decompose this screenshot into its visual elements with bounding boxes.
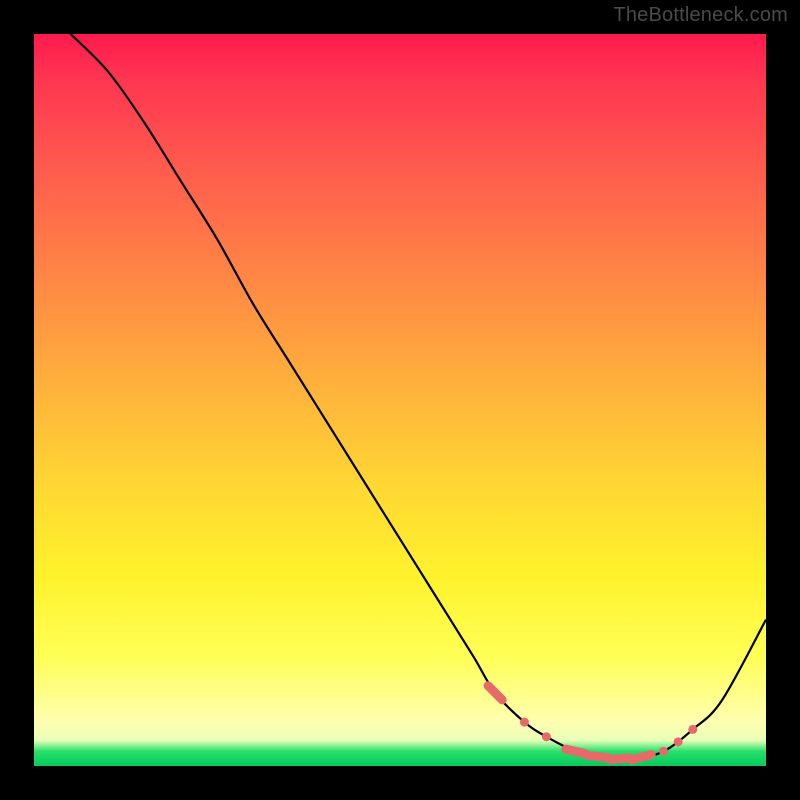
marker-capsule	[588, 755, 608, 757]
marker-dot	[542, 732, 551, 741]
curve-svg	[34, 34, 766, 766]
marker-capsule	[632, 755, 651, 760]
marker-capsule	[610, 758, 630, 759]
chart-frame: TheBottleneck.com	[0, 0, 800, 800]
optimal-range-markers	[488, 686, 693, 760]
bottleneck-curve	[71, 34, 766, 760]
marker-capsule	[566, 749, 585, 754]
marker-dot	[659, 747, 668, 756]
marker-dot	[674, 737, 683, 746]
plot-area	[34, 34, 766, 766]
marker-dot	[520, 718, 529, 727]
marker-capsule	[488, 686, 502, 700]
watermark-text: TheBottleneck.com	[613, 4, 788, 27]
